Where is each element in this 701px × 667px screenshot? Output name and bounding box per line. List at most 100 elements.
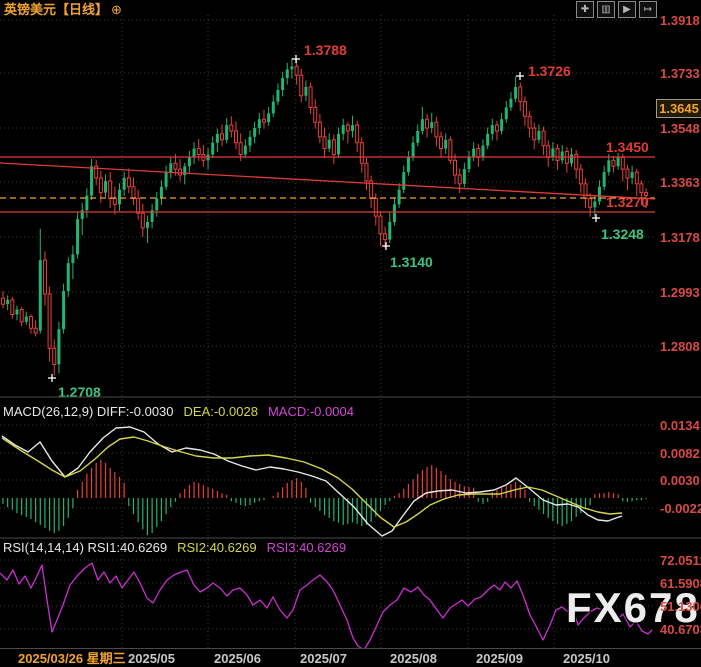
candle-body-down	[533, 128, 536, 140]
candle-body-up	[388, 222, 391, 240]
chart-play-icon[interactable]: ▶	[618, 1, 636, 18]
candle-body-down	[323, 137, 326, 149]
candle-body-up	[216, 134, 219, 143]
candle-body-down	[547, 146, 550, 158]
candle-body-down	[230, 125, 233, 131]
candle-body-up	[421, 119, 424, 131]
candle-body-up	[570, 154, 573, 163]
candle-body-up	[342, 125, 345, 134]
macd-dea-line	[2, 437, 622, 527]
candle-body-down	[221, 134, 224, 140]
axis-scale-icon[interactable]: ▥	[597, 1, 615, 18]
rsi-indicator-row: RSI(14,14,14) RSI1:40.6269RSI2:40.6269RS…	[3, 540, 346, 555]
jump-to-latest-icon[interactable]: ↦	[639, 1, 657, 18]
candle-body-up	[39, 260, 42, 330]
chart-toolbar: ✚ ▥ ▶ ↦	[576, 1, 657, 18]
candle-body-down	[48, 294, 51, 348]
candle-body-down	[584, 184, 587, 199]
candle-body-up	[393, 204, 396, 222]
candle-body-up	[281, 78, 284, 90]
candle-body-up	[486, 134, 489, 146]
candle-body-up	[286, 69, 289, 78]
candle-body-down	[262, 119, 265, 122]
candle-body-up	[505, 107, 508, 119]
candle-body-up	[165, 172, 168, 187]
candle-body-down	[137, 199, 140, 214]
candle-body-up	[276, 90, 279, 102]
candle-body-up	[444, 140, 447, 149]
candle-body-up	[514, 87, 517, 99]
candle-body-down	[542, 131, 545, 146]
price-axis-tick: 1.3733	[660, 66, 700, 81]
symbol-title: 英镑美元【日线】⊕	[4, 2, 122, 17]
candle-body-down	[477, 149, 480, 158]
rsi-axis-tick: 72.0511	[660, 553, 701, 568]
candle-body-down	[43, 260, 46, 294]
symbol-timeframe-label: 英镑美元【日线】	[4, 2, 108, 17]
candle-body-up	[412, 143, 415, 158]
candle-body-down	[635, 172, 638, 184]
candle-body-down	[141, 213, 144, 228]
candle-body-down	[612, 160, 615, 166]
candle-body-up	[398, 190, 401, 205]
candle-body-up	[402, 172, 405, 190]
candle-body-down	[346, 125, 349, 131]
candle-body-up	[244, 146, 247, 155]
rsi1-value: RSI(14,14,14) RSI1:40.6269	[3, 540, 167, 555]
candle-body-down	[132, 187, 135, 199]
zoom-plus-icon[interactable]: ⊕	[111, 2, 122, 17]
price-axis-tick: 1.3363	[660, 175, 700, 190]
candle-body-up	[430, 122, 433, 128]
macd-diff-line	[2, 427, 622, 536]
macd-axis-tick: 0.0082	[660, 446, 700, 461]
macd-axis-tick: 0.0030	[660, 473, 700, 488]
crosshair-date-label: 2025/03/26 星期三	[18, 651, 126, 666]
pan-tool-icon[interactable]: ✚	[576, 1, 594, 18]
candle-body-down	[621, 157, 624, 169]
candle-body-up	[169, 163, 172, 172]
candle-body-down	[197, 149, 200, 155]
time-axis-label: 2025/07	[300, 651, 347, 666]
candle-body-up	[155, 199, 158, 211]
candle-body-up	[561, 152, 564, 161]
candle-body-down	[2, 298, 5, 304]
candle-body-down	[332, 140, 335, 155]
candle-body-up	[90, 166, 93, 195]
candle-body-up	[118, 190, 121, 205]
candle-body-down	[454, 160, 457, 175]
macd-axis-tick: -0.0022	[660, 501, 701, 516]
candle-body-down	[53, 348, 56, 364]
time-axis-label: 2025/10	[563, 651, 610, 666]
candle-body-down	[640, 184, 643, 193]
main-chart-svg[interactable]: 1.34501.32701.37881.37261.27081.31401.32…	[0, 0, 701, 667]
candle-body-up	[76, 219, 79, 254]
candle-body-down	[11, 300, 14, 315]
candle-body-down	[384, 234, 387, 240]
candle-body-up	[617, 157, 620, 166]
candle-body-up	[304, 87, 307, 96]
candle-body-down	[356, 125, 359, 143]
candle-body-down	[34, 328, 37, 333]
time-axis-label: 2025/05	[128, 651, 175, 666]
time-axis-label: 2025/08	[390, 651, 437, 666]
candle-body-down	[360, 143, 363, 164]
candle-body-up	[71, 254, 74, 263]
candle-body-up	[607, 160, 610, 172]
rsi2-value: RSI2:40.6269	[177, 540, 257, 555]
candle-body-down	[435, 122, 438, 137]
candle-body-down	[235, 131, 238, 143]
extreme-price-label: 1.3788	[304, 42, 347, 58]
candle-body-up	[25, 317, 28, 322]
price-axis-tick: 1.2993	[660, 285, 700, 300]
price-cursor-value: 1.3645	[659, 101, 699, 116]
candle-body-up	[407, 157, 410, 172]
candle-body-down	[179, 169, 182, 175]
candle-body-up	[62, 291, 65, 329]
candle-body-up	[463, 169, 466, 184]
candle-body-down	[579, 169, 582, 184]
price-axis-tick: 1.3548	[660, 121, 700, 136]
candle-body-down	[519, 87, 522, 102]
candle-body-down	[20, 309, 23, 321]
trendline[interactable]	[0, 163, 655, 199]
candle-body-up	[15, 309, 18, 314]
